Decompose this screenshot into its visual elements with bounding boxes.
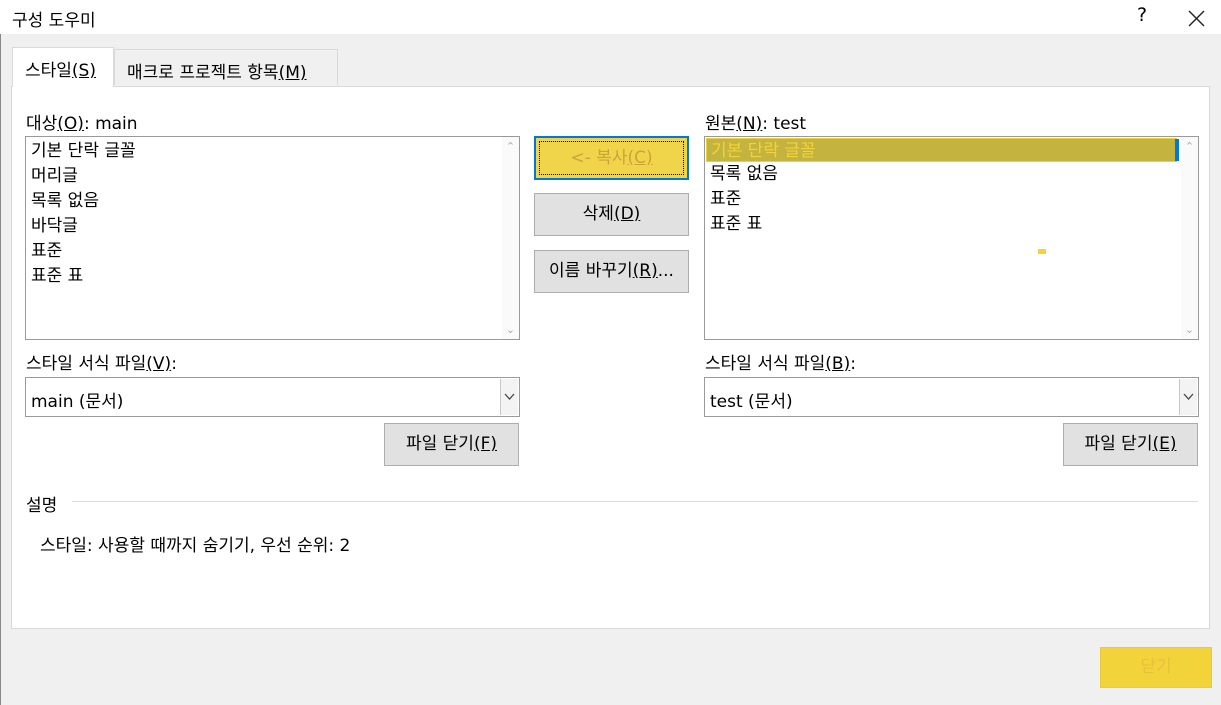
chevron-down-icon[interactable]: ⌄ <box>505 324 516 335</box>
close-window-button[interactable] <box>1180 3 1210 31</box>
delete-button-label: 삭제 <box>582 204 614 224</box>
selection-marker <box>1175 139 1179 161</box>
tab-styles-label: 스타일 <box>25 61 72 81</box>
list-item[interactable]: 목록 없음 <box>26 189 519 214</box>
close-button[interactable]: 닫기 <box>1100 647 1212 688</box>
copy-button[interactable]: <- 복사(C) <box>534 136 689 180</box>
rename-button-label: 이름 바꾸기 <box>549 261 633 281</box>
delete-button-mnemonic: (D) <box>613 204 641 224</box>
list-item[interactable]: 표준 <box>705 187 1198 212</box>
rename-button-ellipsis: ... <box>657 261 674 281</box>
list-item-selected[interactable]: 기본 단락 글꼴 <box>706 138 1177 162</box>
source-stylesheet-label: 스타일 서식 파일(B): <box>705 349 856 374</box>
list-item[interactable]: 표준 <box>26 239 519 264</box>
list-item[interactable]: 목록 없음 <box>705 162 1198 187</box>
description-heading: 설명 <box>26 496 58 516</box>
description-separator <box>72 501 1198 502</box>
source-close-file-label: 파일 닫기 <box>1084 434 1153 454</box>
tab-macro-mnemonic: (M) <box>278 63 307 83</box>
tab-styles[interactable]: 스타일(S) <box>12 47 114 87</box>
target-stylesheet-value: main (문서) <box>31 392 124 412</box>
target-label-text: 대상 <box>26 114 58 134</box>
source-label-text: 원본 <box>705 114 737 134</box>
target-list-scrollbar[interactable]: ⌃ ⌄ <box>502 137 519 339</box>
source-label-document: : test <box>762 114 807 134</box>
tab-macro-project-items[interactable]: 매크로 프로젝트 항목(M) <box>114 49 338 85</box>
source-label: 원본(N): test <box>705 109 806 134</box>
target-stylesheet-dropdown[interactable] <box>500 379 518 415</box>
target-close-file-mnemonic: (F) <box>473 434 497 454</box>
chevron-down-icon <box>1183 393 1194 400</box>
source-stylesheet-label-mnemonic: (B) <box>825 354 851 374</box>
source-stylesheet-label-colon: : <box>850 354 856 374</box>
target-stylesheet-select[interactable]: main (문서) <box>25 377 520 417</box>
help-button[interactable]: ? <box>1137 4 1147 26</box>
list-item[interactable]: 바닥글 <box>26 214 519 239</box>
target-style-list[interactable]: 기본 단락 글꼴 머리글 목록 없음 바닥글 표준 표준 표 ⌃ ⌄ <box>25 136 520 340</box>
target-label: 대상(O): main <box>26 109 138 134</box>
chevron-up-icon[interactable]: ⌃ <box>505 141 516 152</box>
delete-button[interactable]: 삭제(D) <box>534 193 689 236</box>
tab-macro-label: 매크로 프로젝트 항목 <box>127 63 279 83</box>
window-title: 구성 도우미 <box>12 11 96 31</box>
target-label-document: : main <box>83 114 138 134</box>
chevron-up-icon[interactable]: ⌃ <box>1184 141 1195 152</box>
source-label-mnemonic: (N) <box>736 114 763 134</box>
tab-styles-mnemonic: (S) <box>71 61 96 81</box>
rename-button-mnemonic: (R) <box>632 261 658 281</box>
list-item[interactable]: 머리글 <box>26 164 519 189</box>
rename-button[interactable]: 이름 바꾸기(R)... <box>534 250 689 293</box>
source-close-file-button[interactable]: 파일 닫기(E) <box>1063 423 1198 466</box>
title-bar: 구성 도우미 ? <box>0 0 1221 34</box>
source-stylesheet-label-text: 스타일 서식 파일 <box>705 354 826 374</box>
chevron-down-icon <box>504 393 515 400</box>
target-label-mnemonic: (O) <box>57 114 84 134</box>
chevron-down-icon[interactable]: ⌄ <box>1184 324 1195 335</box>
target-close-file-label: 파일 닫기 <box>405 434 474 454</box>
focus-rectangle <box>539 141 684 175</box>
target-stylesheet-label: 스타일 서식 파일(V): <box>26 349 177 374</box>
list-item[interactable]: 기본 단락 글꼴 <box>26 139 519 164</box>
source-stylesheet-select[interactable]: test (문서) <box>704 377 1199 417</box>
source-stylesheet-value: test (문서) <box>710 392 793 412</box>
cursor-marker <box>1038 249 1046 254</box>
target-stylesheet-label-colon: : <box>171 354 177 374</box>
list-item[interactable]: 표준 표 <box>705 212 1198 237</box>
source-close-file-mnemonic: (E) <box>1152 434 1177 454</box>
source-style-list[interactable]: 기본 단락 글꼴 목록 없음 표준 표준 표 ⌃ ⌄ <box>704 136 1199 340</box>
source-list-scrollbar[interactable]: ⌃ ⌄ <box>1181 137 1198 339</box>
window-border <box>0 34 1 705</box>
target-stylesheet-label-mnemonic: (V) <box>146 354 172 374</box>
list-item[interactable]: 표준 표 <box>26 264 519 289</box>
target-close-file-button[interactable]: 파일 닫기(F) <box>384 423 519 466</box>
source-stylesheet-dropdown[interactable] <box>1179 379 1197 415</box>
description-text: 스타일: 사용할 때까지 숨기기, 우선 순위: 2 <box>40 536 351 556</box>
close-icon <box>1188 10 1205 27</box>
target-stylesheet-label-text: 스타일 서식 파일 <box>26 354 147 374</box>
